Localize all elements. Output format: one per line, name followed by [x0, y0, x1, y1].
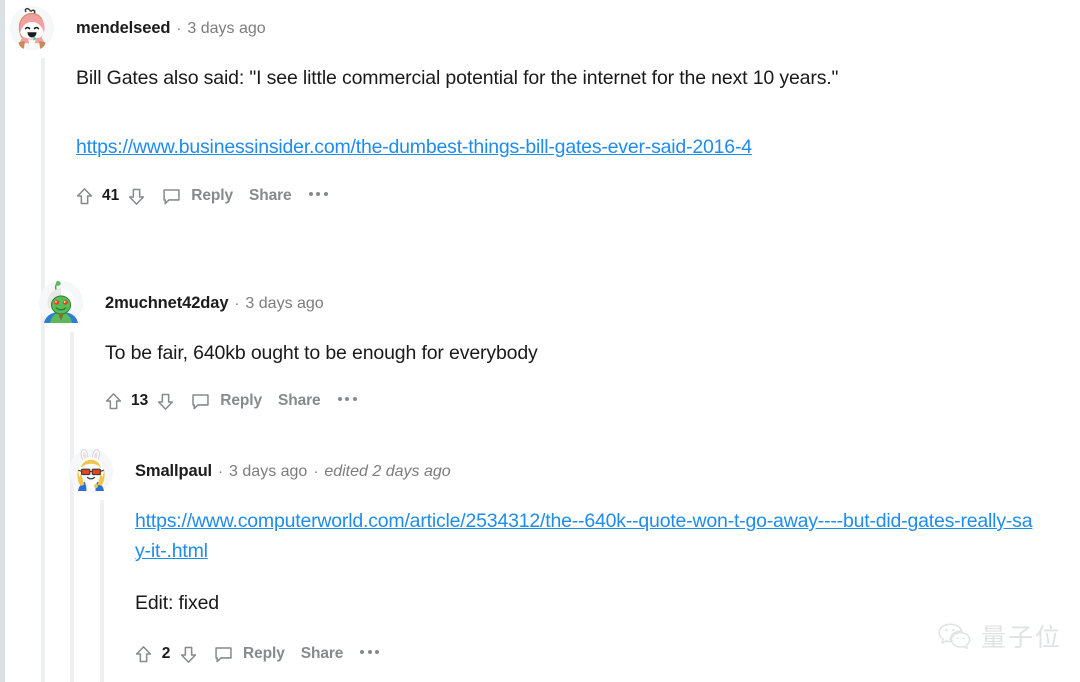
vote-score: 13 — [131, 392, 149, 409]
upvote-icon[interactable] — [133, 644, 154, 665]
byline: 2muchnet42day · 3 days ago — [105, 294, 324, 313]
byline-separator: · — [218, 462, 224, 480]
byline-separator-2: · — [313, 462, 319, 480]
reply-button[interactable]: Reply — [220, 392, 262, 410]
reply-button[interactable]: Reply — [191, 187, 233, 205]
byline-separator: · — [176, 19, 182, 37]
downvote-icon[interactable] — [178, 644, 199, 665]
comment-timestamp: 3 days ago — [245, 294, 324, 312]
watermark: 量子位 — [938, 618, 1062, 654]
more-options-icon[interactable] — [337, 397, 357, 405]
wechat-icon — [938, 622, 972, 650]
comment-bubble-icon[interactable] — [161, 186, 182, 207]
byline: mendelseed · 3 days ago — [76, 19, 266, 38]
share-button[interactable]: Share — [278, 392, 321, 410]
avatar[interactable] — [39, 281, 83, 325]
more-options-icon[interactable] — [308, 192, 328, 200]
comment-action-bar: 41 Reply Share — [74, 184, 1036, 208]
comment-author[interactable]: mendelseed — [76, 19, 170, 38]
downvote-icon[interactable] — [155, 391, 176, 412]
comment-bubble-icon[interactable] — [190, 391, 211, 412]
comment-timestamp: 3 days ago — [229, 462, 308, 480]
avatar[interactable] — [69, 449, 113, 493]
comment-external-link[interactable]: https://www.computerworld.com/article/25… — [135, 510, 1033, 562]
byline-separator: · — [234, 294, 240, 312]
comment-bubble-icon[interactable] — [213, 644, 234, 665]
upvote-icon[interactable] — [74, 186, 95, 207]
comment-action-bar: 13 Reply Share — [103, 389, 1005, 413]
vote-score: 41 — [102, 187, 120, 204]
comment-edited-timestamp: edited 2 days ago — [324, 462, 451, 480]
comment-header: Smallpaul · 3 days ago · edited 2 days a… — [69, 449, 1035, 493]
share-button[interactable]: Share — [301, 645, 344, 663]
comment-link-wrapper: https://www.businessinsider.com/the-dumb… — [76, 132, 1026, 162]
byline: Smallpaul · 3 days ago · edited 2 days a… — [135, 462, 451, 481]
comment-body: Edit: fixed — [135, 592, 219, 614]
comment-smallpaul: Smallpaul · 3 days ago · edited 2 days a… — [69, 449, 1035, 666]
comment-timestamp: 3 days ago — [187, 19, 266, 37]
comment-external-link[interactable]: https://www.businessinsider.com/the-dumb… — [76, 136, 752, 158]
comment-body: To be fair, 640kb ought to be enough for… — [105, 342, 538, 364]
downvote-icon[interactable] — [126, 186, 147, 207]
more-options-icon[interactable] — [360, 650, 380, 658]
reply-button[interactable]: Reply — [243, 645, 285, 663]
share-button[interactable]: Share — [249, 187, 292, 205]
avatar[interactable] — [10, 6, 54, 50]
vote-score: 2 — [161, 645, 171, 662]
comment-2muchnet42day: 2muchnet42day · 3 days ago To be fair, 6… — [39, 281, 1005, 413]
comment-body: Bill Gates also said: "I see little comm… — [76, 67, 839, 89]
comment-header: 2muchnet42day · 3 days ago — [39, 281, 1005, 325]
comment-author[interactable]: 2muchnet42day — [105, 294, 229, 313]
watermark-text: 量子位 — [980, 623, 1062, 652]
comment-thread-screen: mendelseed · 3 days ago Bill Gates also … — [0, 0, 1080, 682]
comment-header: mendelseed · 3 days ago — [10, 6, 1036, 50]
comment-author[interactable]: Smallpaul — [135, 462, 212, 481]
comment-action-bar: 2 Reply Share — [133, 642, 1035, 666]
page-left-edge — [0, 0, 5, 682]
comment-link-wrapper: https://www.computerworld.com/article/25… — [135, 506, 1035, 566]
comment-mendelseed: mendelseed · 3 days ago Bill Gates also … — [10, 6, 1036, 208]
upvote-icon[interactable] — [103, 391, 124, 412]
